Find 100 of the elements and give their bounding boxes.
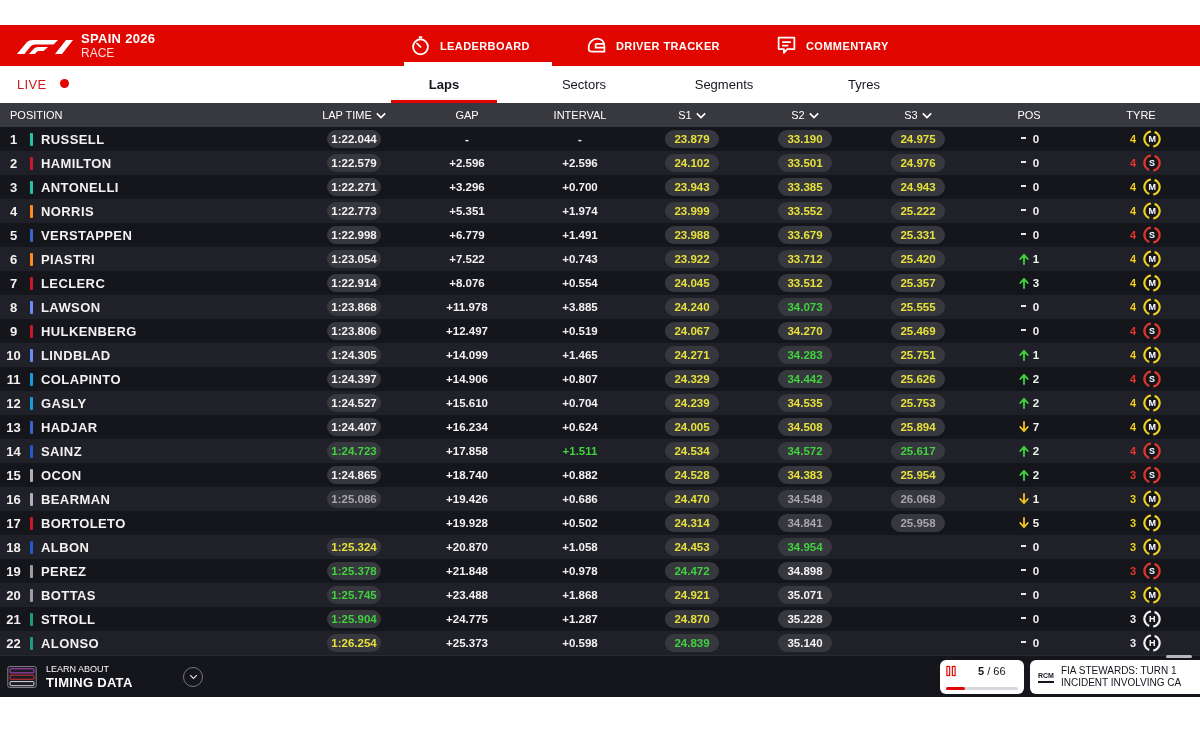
sector-time: 24.240 — [665, 298, 719, 316]
sector-time: 24.102 — [665, 154, 719, 172]
tyre-laps: 4 — [1130, 301, 1137, 313]
dash-icon — [1020, 136, 1026, 139]
tyre-laps: 4 — [1130, 181, 1137, 193]
drag-handle[interactable] — [1166, 655, 1192, 658]
tyre-laps: 4 — [1130, 421, 1137, 433]
position-number: 14 — [5, 443, 22, 459]
driver-name: PEREZ — [40, 563, 88, 579]
tyre-compound-indicator: M — [1143, 538, 1162, 556]
dash-icon — [1020, 160, 1026, 163]
pause-icon[interactable] — [946, 665, 956, 677]
interval-value: - — [578, 132, 582, 146]
interval-value: +1.511 — [562, 444, 598, 458]
nav-tab[interactable]: DRIVER TRACKER — [579, 25, 742, 66]
lap-time: 1:22.914 — [327, 274, 381, 292]
gap-value: +21.848 — [446, 564, 488, 578]
tyre-laps: 4 — [1130, 325, 1137, 337]
gap-value: +8.076 — [449, 276, 485, 290]
sector-time: 25.626 — [891, 370, 945, 388]
lap-time: 1:24.527 — [327, 394, 381, 412]
sector-time: 34.535 — [778, 394, 832, 412]
tyre-compound-indicator: S — [1143, 466, 1162, 484]
column-header-button[interactable]: S3 — [904, 109, 932, 121]
interval-value: +1.287 — [562, 612, 598, 626]
view-tab[interactable]: Tyres — [811, 66, 917, 103]
lap-time: 1:24.397 — [327, 370, 381, 388]
nav-tab[interactable]: COMMENTARY — [769, 25, 911, 66]
interval-value: +0.978 — [562, 564, 598, 578]
lap-time: 1:25.086 — [327, 490, 381, 508]
position-change: 0 — [1032, 180, 1040, 194]
sector-time: 34.841 — [778, 514, 832, 532]
interval-value: +0.554 — [562, 276, 598, 290]
sector-time: 26.068 — [891, 490, 945, 508]
position-change: 0 — [1032, 156, 1040, 170]
sector-time: 34.954 — [778, 538, 832, 556]
tyre-compound-indicator: S — [1143, 562, 1162, 580]
tyre-laps: 3 — [1130, 613, 1137, 625]
driver-name: ANTONELLI — [40, 179, 120, 195]
position-number: 17 — [5, 515, 22, 531]
down-arrow-icon — [1018, 493, 1029, 505]
position-change: 0 — [1032, 588, 1040, 602]
position-number: 5 — [8, 227, 19, 243]
sector-time: 24.470 — [665, 490, 719, 508]
driver-name: OCON — [40, 467, 83, 483]
sector-time: 24.005 — [665, 418, 719, 436]
tyre-laps: 3 — [1130, 541, 1137, 553]
driver-name: ALONSO — [40, 635, 100, 651]
view-tab[interactable]: Segments — [671, 66, 777, 103]
position-change: 2 — [1032, 444, 1040, 458]
tyre-compound-indicator: M — [1143, 178, 1162, 196]
gap-value: +2.596 — [449, 156, 485, 170]
driver-name: STROLL — [40, 611, 97, 627]
lap-time: 1:23.868 — [327, 298, 381, 316]
interval-value: +0.743 — [562, 252, 598, 266]
position-number: 16 — [5, 491, 22, 507]
column-header: INTERVAL — [553, 109, 607, 121]
position-number: 12 — [5, 395, 22, 411]
column-header-button[interactable]: S2 — [791, 109, 819, 121]
sector-time: 24.453 — [665, 538, 719, 556]
tyre-laps: 4 — [1130, 253, 1137, 265]
sector-time: 25.894 — [891, 418, 945, 436]
interval-value: +0.704 — [562, 396, 598, 410]
lap-time: 1:25.324 — [327, 538, 381, 556]
gap-value: +7.522 — [449, 252, 485, 266]
interval-value: +1.465 — [562, 348, 598, 362]
position-change: 0 — [1032, 300, 1040, 314]
position-number: 9 — [8, 323, 19, 339]
position-change: 0 — [1032, 564, 1040, 578]
event-title: SPAIN 2026 — [81, 31, 156, 46]
position-change: 1 — [1032, 252, 1040, 266]
sector-time: 23.943 — [665, 178, 719, 196]
sector-time: 23.922 — [665, 250, 719, 268]
interval-value: +1.974 — [562, 204, 598, 218]
position-change: 0 — [1032, 132, 1040, 146]
sector-time: 23.988 — [665, 226, 719, 244]
column-header-button[interactable]: S1 — [678, 109, 706, 121]
tyre-compound-indicator: M — [1143, 130, 1162, 148]
gap-value: +19.426 — [446, 492, 488, 506]
gap-value: +20.870 — [446, 540, 488, 554]
sector-time: 33.512 — [778, 274, 832, 292]
position-number: 1 — [8, 131, 19, 147]
tyre-laps: 4 — [1130, 373, 1137, 385]
column-header-button[interactable]: LAP TIME — [322, 109, 386, 121]
position-change: 1 — [1032, 492, 1040, 506]
view-tab[interactable]: Sectors — [531, 66, 637, 103]
sector-time: 24.921 — [665, 586, 719, 604]
gap-value: +12.497 — [446, 324, 488, 338]
lap-time: 1:25.904 — [327, 610, 381, 628]
position-change: 2 — [1032, 468, 1040, 482]
sector-time: 25.555 — [891, 298, 945, 316]
tyre-laps: 4 — [1130, 445, 1137, 457]
tyre-laps: 4 — [1130, 277, 1137, 289]
tyre-laps: 4 — [1130, 133, 1137, 145]
tyre-compound-indicator: M — [1143, 202, 1162, 220]
interval-value: +0.686 — [562, 492, 598, 506]
position-number: 21 — [5, 611, 22, 627]
lap-time: 1:26.254 — [327, 634, 381, 652]
view-tab[interactable]: Laps — [391, 66, 497, 103]
position-change: 5 — [1032, 516, 1040, 530]
